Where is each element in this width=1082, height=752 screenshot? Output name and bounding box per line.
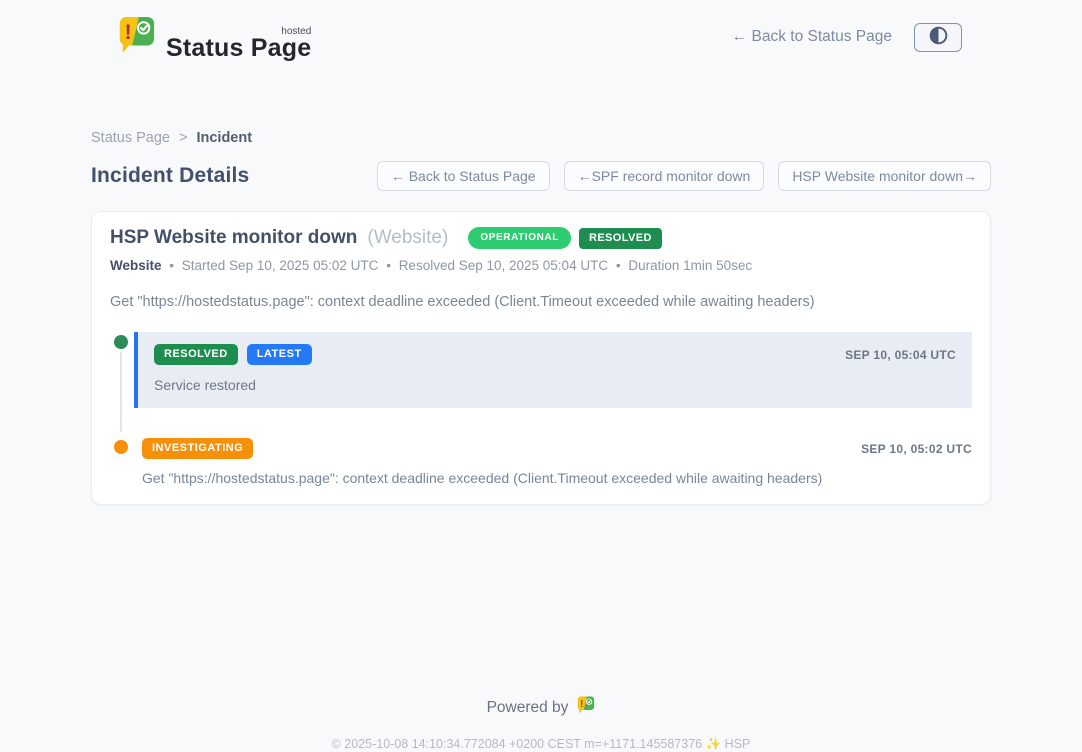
incident-timeline: RESOLVED LATEST SEP 10, 05:04 UTC Servic…: [110, 332, 972, 486]
incident-description: Get "https://hostedstatus.page": context…: [110, 294, 972, 310]
timeline-message: Get "https://hostedstatus.page": context…: [142, 470, 972, 486]
breadcrumb-incident: Incident: [196, 130, 252, 146]
timeline-timestamp: SEP 10, 05:02 UTC: [861, 442, 972, 456]
powered-by-label: Powered by: [487, 699, 569, 717]
logo-superscript: hosted: [281, 26, 311, 37]
operational-status-badge: OPERATIONAL: [468, 227, 571, 249]
resolved-badge: RESOLVED: [154, 344, 238, 365]
timeline-message: Service restored: [154, 377, 956, 393]
latest-badge: LATEST: [247, 344, 312, 365]
timeline-dot-green: [114, 335, 128, 349]
statuspage-logo-icon: !: [118, 14, 156, 61]
incident-component: (Website): [367, 227, 448, 249]
header: ! hosted Status Page ← Back to Status Pa…: [0, 0, 1082, 60]
next-incident-button[interactable]: HSP Website monitor down→: [778, 161, 991, 191]
meta-started: Started Sep 10, 2025 05:02 UTC: [182, 258, 379, 273]
svg-text:!: !: [125, 20, 132, 43]
incident-meta: Website • Started Sep 10, 2025 05:02 UTC…: [110, 258, 972, 273]
incident-nav-buttons: ← Back to Status Page ←SPF record monito…: [377, 161, 991, 191]
back-to-status-page-link[interactable]: ← Back to Status Page: [732, 28, 892, 46]
statuspage-logo-icon-small[interactable]: !: [577, 695, 595, 720]
copyright-text: © 2025-10-08 14:10:34.772084 +0200 CEST …: [91, 737, 991, 752]
breadcrumb-separator: >: [179, 130, 187, 146]
timeline-entry-resolved: RESOLVED LATEST SEP 10, 05:04 UTC Servic…: [110, 332, 972, 408]
meta-resolved: Resolved Sep 10, 2025 05:04 UTC: [399, 258, 608, 273]
main-content: Status Page > Incident Incident Details …: [91, 130, 991, 752]
prev-incident-button[interactable]: ←SPF record monitor down: [564, 161, 765, 191]
incident-title: HSP Website monitor down: [110, 227, 357, 249]
resolved-status-badge: RESOLVED: [579, 228, 662, 249]
breadcrumb: Status Page > Incident: [91, 130, 991, 146]
half-circle-icon: [929, 26, 948, 48]
page-title: Incident Details: [91, 164, 249, 188]
timeline-dot-orange: [114, 440, 128, 454]
timeline-entry-highlight-box: RESOLVED LATEST SEP 10, 05:04 UTC Servic…: [134, 332, 972, 408]
footer: Powered by ! © 2025-10-08 14:10:34.77208…: [91, 695, 991, 752]
timeline-entry-investigating: INVESTIGATING SEP 10, 05:02 UTC Get "htt…: [110, 436, 972, 486]
svg-text:!: !: [581, 699, 584, 710]
theme-toggle-button[interactable]: [914, 23, 962, 52]
logo-text: Status Page: [166, 34, 311, 62]
incident-card: HSP Website monitor down (Website) OPERA…: [91, 211, 991, 505]
breadcrumb-status-page[interactable]: Status Page: [91, 130, 170, 146]
meta-component: Website: [110, 258, 162, 273]
timeline-timestamp: SEP 10, 05:04 UTC: [845, 348, 956, 362]
investigating-badge: INVESTIGATING: [142, 438, 253, 459]
back-to-status-page-button[interactable]: ← Back to Status Page: [377, 161, 550, 191]
sparkles-icon: ✨: [706, 737, 722, 751]
meta-duration: Duration 1min 50sec: [628, 258, 752, 273]
brand-name: HSP: [725, 737, 751, 751]
app-logo[interactable]: ! hosted Status Page: [118, 14, 311, 61]
